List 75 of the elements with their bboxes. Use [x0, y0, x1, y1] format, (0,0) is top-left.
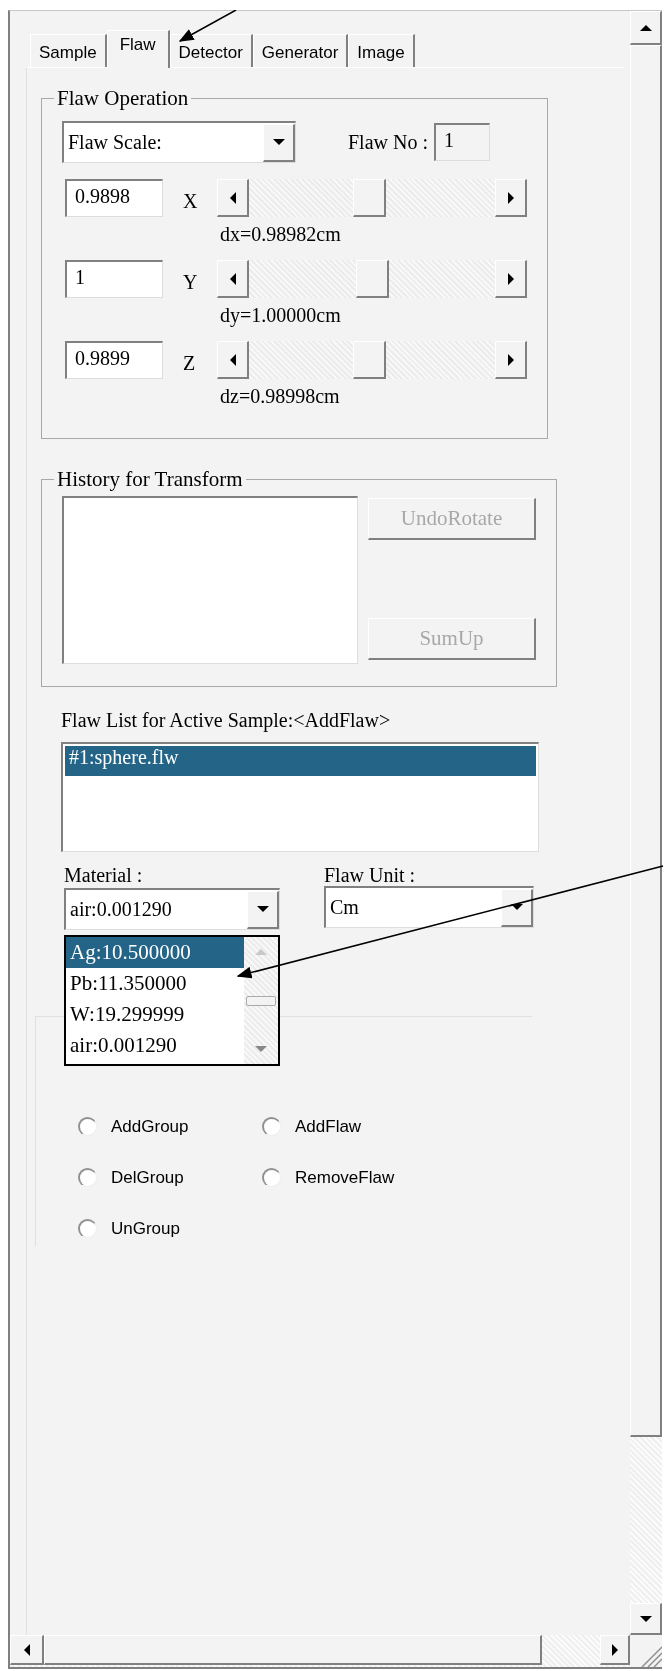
radio-option[interactable]: AddFlaw [262, 1109, 532, 1144]
dropdown-option[interactable]: Pb:11.350000 [66, 968, 244, 999]
field-label: Flaw Unit : [324, 864, 417, 886]
radio-option[interactable]: UnGroup [78, 1211, 262, 1246]
axis-label: X [183, 189, 199, 213]
scroll-left-button[interactable] [10, 1635, 44, 1665]
dropdown-arrow-icon [510, 902, 523, 912]
scroll-right-button[interactable] [600, 1635, 630, 1665]
radio-option[interactable]: AddGroup [78, 1109, 262, 1144]
left-arrow-icon [228, 272, 237, 285]
axis-label: Y [183, 270, 199, 294]
up-arrow-icon [639, 22, 652, 33]
list-label: Flaw List for Active Sample:<AddFlaw> [61, 709, 392, 732]
left-arrow-icon [228, 353, 237, 366]
group-title: History for Transform [56, 467, 244, 492]
tab[interactable]: Flaw [106, 30, 170, 68]
right-arrow-icon [506, 272, 515, 285]
scroll-down-button[interactable] [630, 1603, 662, 1635]
radio-button[interactable] [262, 1168, 281, 1187]
dropdown-option[interactable]: air:0.001290 [66, 1030, 244, 1061]
scrollbar[interactable] [244, 937, 278, 1064]
field-label: Material : [64, 864, 144, 888]
dropdown-arrow-icon [272, 137, 285, 147]
horizontal-scrollbar[interactable] [10, 1635, 630, 1667]
radio-button[interactable] [262, 1117, 281, 1136]
unit-dropdown[interactable]: Cm [324, 886, 534, 928]
dropdown-arrow-icon [256, 904, 269, 914]
flaw-number-field: 1 [434, 123, 490, 161]
right-arrow-icon [506, 353, 515, 366]
dropdown-option[interactable]: W:19.299999 [66, 999, 244, 1030]
radio-button[interactable] [78, 1219, 97, 1238]
reading-text: dy=1.00000cm [220, 304, 342, 327]
tab[interactable]: Image [348, 34, 415, 67]
reading-text: dz=0.98998cm [220, 385, 341, 408]
left-arrow-icon [22, 1643, 31, 1656]
scroll-slider[interactable] [217, 260, 527, 298]
scroll-up-button[interactable] [630, 11, 662, 45]
radio-option[interactable]: DelGroup [78, 1160, 262, 1195]
right-arrow-icon [610, 1643, 619, 1656]
value-field[interactable]: 0.9899 [65, 341, 163, 379]
radio-button[interactable] [78, 1117, 97, 1136]
up-arrow-icon [255, 947, 267, 957]
field-label: Flaw No : [348, 130, 428, 154]
down-arrow-icon [639, 1613, 652, 1624]
tab[interactable]: Generator [252, 34, 349, 67]
left-arrow-icon [228, 191, 237, 204]
scroll-left-button[interactable] [217, 260, 249, 298]
value-field[interactable]: 0.9898 [65, 179, 163, 217]
group-title: Flaw Operation [56, 86, 190, 111]
scroll-slider[interactable] [217, 341, 527, 379]
scroll-left-button[interactable] [217, 341, 249, 379]
operation-dropdown[interactable]: Flaw Scale: [62, 121, 296, 163]
axis-label: Z [183, 351, 197, 375]
scroll-right-button[interactable] [495, 260, 527, 298]
slider-thumb[interactable] [353, 341, 387, 379]
right-arrow-icon [506, 191, 515, 204]
value-field[interactable]: 1 [65, 260, 163, 298]
slider-thumb[interactable] [353, 179, 387, 217]
scroll-slider[interactable] [217, 179, 527, 217]
scroll-left-button[interactable] [217, 179, 249, 217]
reading-text: dx=0.98982cm [220, 223, 342, 246]
flaw-list[interactable]: #1:sphere.flw [61, 742, 539, 852]
radio-option[interactable]: RemoveFlaw [262, 1160, 532, 1195]
pointer-arrow [178, 10, 237, 42]
material-dropdown[interactable]: air:0.001290 [64, 888, 280, 930]
radio-button[interactable] [78, 1168, 97, 1187]
scroll-thumb[interactable] [246, 995, 276, 1006]
list-item[interactable]: #1:sphere.flw [65, 746, 536, 776]
scroll-right-button[interactable] [495, 341, 527, 379]
dropdown-option[interactable]: Ag:10.500000 [66, 937, 244, 968]
scroll-right-button[interactable] [495, 179, 527, 217]
slider-thumb[interactable] [355, 260, 389, 298]
tab[interactable]: Detector [169, 34, 253, 67]
down-arrow-icon [255, 1044, 267, 1054]
tab[interactable]: Sample [30, 34, 107, 67]
